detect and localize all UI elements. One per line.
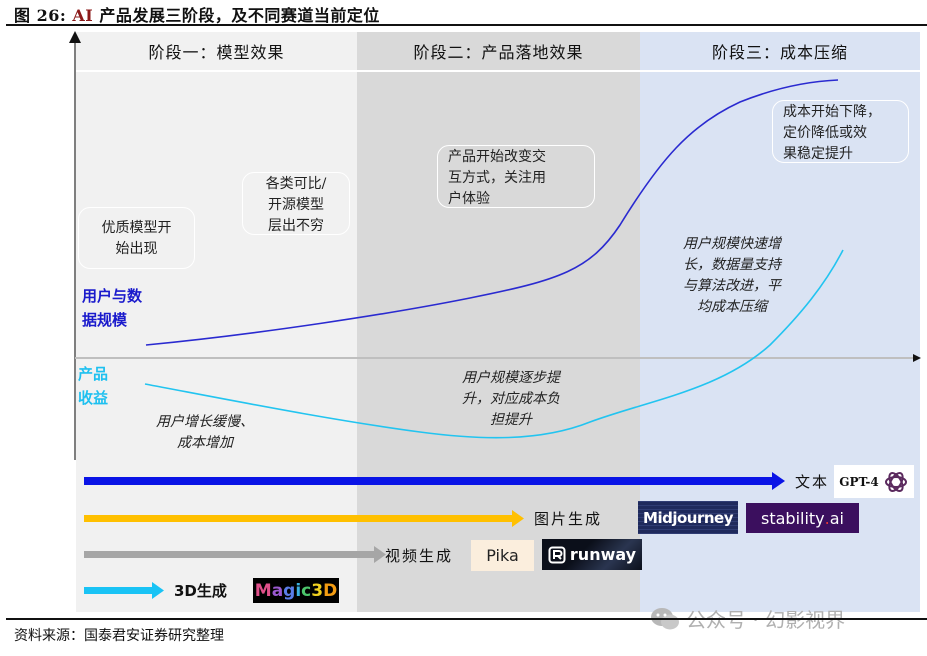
note-line: 层出不穷 — [268, 218, 324, 234]
note-line: 始出现 — [115, 241, 158, 257]
bottom-rule — [6, 618, 927, 620]
note-line: 果稳定提升 — [783, 146, 853, 162]
note-line: 户体验 — [448, 191, 490, 207]
note-line: 用户规模快速增 — [683, 236, 781, 252]
track-video-arrow — [84, 546, 386, 563]
note-line: 用户增长缓慢、 — [156, 414, 254, 430]
note-line: 升，对应成本负 — [462, 391, 560, 407]
note-slow-growth: 用户增长缓慢、 成本增加 — [140, 412, 270, 454]
user-data-scale-label: 用户与数 据规模 — [82, 284, 142, 332]
runway-logo-text: runway — [569, 545, 637, 564]
note-line: 均成本压缩 — [697, 299, 767, 315]
runway-logo: runway — [542, 539, 642, 570]
openai-icon — [884, 471, 907, 492]
note-line: 与算法改进，平 — [683, 278, 781, 294]
stability-logo-text: stability — [761, 508, 825, 528]
note-line: 开源模型 — [268, 197, 324, 213]
midjourney-logo: Midjourney — [638, 501, 738, 534]
user-data-label-line2: 据规模 — [82, 311, 128, 329]
gpt4-logo-text: GPT-4 — [839, 474, 879, 489]
track-label-image: 图片生成 — [534, 510, 603, 528]
note-open-source-models: 各类可比/ 开源模型 层出不穷 — [242, 172, 350, 235]
note-line: 优质模型开 — [101, 220, 172, 236]
note-line: 各类可比/ — [265, 176, 327, 192]
track-text-arrow — [84, 472, 785, 490]
note-cost-decline: 成本开始下降， 定价降低或效 果稳定提升 — [772, 100, 909, 163]
stability-ai-logo: stability. ai — [746, 503, 859, 533]
track-image-arrow — [84, 510, 524, 527]
product-revenue-label: 产品 收益 — [78, 362, 108, 410]
magic3d-char: c — [301, 580, 312, 601]
note-gradual-growth: 用户规模逐步提 升，对应成本负 担提升 — [446, 368, 576, 431]
magic3d-logo: Magic3D — [253, 578, 339, 603]
runway-icon — [548, 546, 566, 563]
note-quality-models: 优质模型开 始出现 — [78, 207, 195, 269]
note-rapid-growth: 用户规模快速增 长，数据量支持 与算法改进，平 均成本压缩 — [664, 234, 800, 318]
note-line: 定价降低或效 — [783, 125, 867, 141]
pika-logo: Pika — [471, 540, 534, 571]
revenue-label-line2: 收益 — [78, 389, 109, 407]
note-line: 成本增加 — [177, 435, 233, 451]
track-label-video: 视频生成 — [385, 547, 454, 565]
magic3d-char: M — [254, 580, 272, 601]
source-note: 资料来源：国泰君安证券研究整理 — [14, 628, 224, 644]
magic3d-char: a — [271, 580, 284, 601]
x-axis-arrowhead — [913, 354, 921, 362]
magic3d-char: g — [283, 580, 296, 601]
note-line: 成本开始下降， — [783, 104, 881, 120]
track-label-3d: 3D生成 — [174, 582, 227, 600]
stability-logo-suffix: ai — [829, 508, 844, 528]
note-line: 互方式，关注用 — [448, 170, 546, 186]
magic3d-char: 3 — [311, 580, 324, 601]
note-product-interaction: 产品开始改变交 互方式，关注用 户体验 — [437, 145, 595, 208]
note-line: 长，数据量支持 — [683, 257, 781, 273]
track-3d-arrow — [84, 582, 164, 599]
note-line: 产品开始改变交 — [448, 149, 546, 165]
note-line: 担提升 — [490, 412, 532, 428]
track-label-text: 文本 — [795, 473, 830, 491]
revenue-label-line1: 产品 — [78, 365, 109, 383]
gpt4-logo: GPT-4 — [834, 465, 914, 498]
magic3d-char: D — [323, 580, 338, 601]
user-data-label-line1: 用户与数 — [82, 287, 143, 305]
note-line: 用户规模逐步提 — [462, 370, 560, 386]
